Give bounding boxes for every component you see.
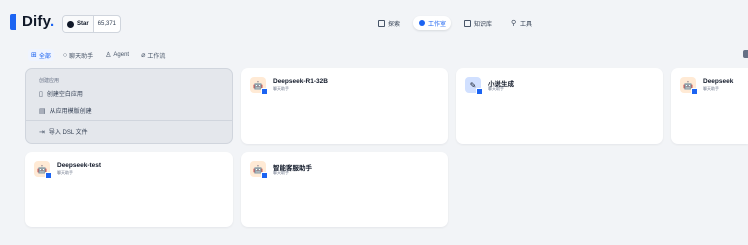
logo-mark-icon [10, 13, 16, 30]
chat-badge-icon [261, 88, 268, 95]
workflow-icon: ⌀ [141, 52, 146, 59]
dify-logo[interactable]: Dify. [10, 13, 54, 30]
main-nav: 探索 工作室 知识库 ⚲ 工具 [373, 16, 545, 30]
app-card[interactable]: 🤖 Deepseek-test 聊天助手 [25, 152, 233, 227]
nav-studio-label: 工作室 [428, 21, 447, 28]
explore-icon [378, 19, 385, 27]
grid-icon: ⊞ [31, 52, 37, 59]
app-type: 聊天助手 [488, 86, 504, 91]
nav-studio[interactable]: 工作室 [413, 16, 452, 30]
import-dsl-button[interactable]: ⇥ 导入 DSL 文件 [39, 127, 88, 137]
github-icon [67, 20, 74, 28]
create-blank-app-label: 创建空白应用 [46, 92, 83, 98]
create-app-card: 创建应用 ▯ 创建空白应用 ▤ 从应用模版创建 ⇥ 导入 DSL 文件 [25, 68, 233, 144]
create-divider [26, 120, 232, 121]
app-type: 聊天助手 [273, 86, 289, 91]
tab-all[interactable]: ⊞ 全部 [28, 49, 54, 61]
create-from-template-label: 从应用模版创建 [49, 109, 92, 115]
tab-workflow[interactable]: ⌀ 工作流 [138, 49, 168, 61]
app-name: Deepseek-test [57, 162, 102, 169]
import-icon: ⇥ [39, 128, 45, 136]
app-name: Deepseek [703, 78, 734, 85]
top-header: Dify. Star 65,371 探索 工作室 知识库 ⚲ 工具 [0, 0, 748, 44]
tab-chat-assistant[interactable]: ○ 聊天助手 [60, 49, 96, 61]
nav-knowledge[interactable]: 知识库 [459, 16, 497, 30]
tab-all-label: 全部 [38, 53, 51, 60]
create-blank-app-button[interactable]: ▯ 创建空白应用 [39, 89, 83, 99]
app-type: 聊天助手 [57, 170, 73, 175]
nav-knowledge-label: 知识库 [474, 21, 493, 28]
agent-icon: ♙ [105, 52, 112, 59]
tab-agent[interactable]: ♙ Agent [102, 49, 132, 61]
app-card[interactable]: 🤖 智能客服助手 聊天助手 [241, 152, 448, 227]
create-app-title: 创建应用 [39, 78, 60, 84]
import-dsl-label: 导入 DSL 文件 [48, 130, 88, 136]
studio-icon [418, 20, 425, 27]
github-star-label: Star [77, 21, 89, 27]
logo-text: Dify [22, 13, 51, 30]
app-card[interactable]: 🤖 Deepseek 聊天助手 [671, 68, 748, 144]
create-from-template-button[interactable]: ▤ 从应用模版创建 [39, 106, 92, 116]
file-icon: ▯ [39, 90, 43, 98]
template-icon: ▤ [39, 107, 46, 115]
knowledge-icon [464, 19, 472, 27]
chat-badge-icon [261, 172, 268, 179]
app-type: 聊天助手 [703, 86, 719, 91]
github-star-count: 65,371 [97, 21, 117, 27]
logo-dot: . [50, 13, 55, 30]
nav-tools[interactable]: ⚲ 工具 [505, 16, 537, 30]
tab-chat-label: 聊天助手 [69, 53, 94, 60]
nav-tools-label: 工具 [520, 21, 533, 28]
app-filter-tabs: ⊞ 全部 ○ 聊天助手 ♙ Agent ⌀ 工作流 [28, 49, 174, 61]
tab-workflow-label: 工作流 [147, 53, 166, 60]
app-type: 聊天助手 [273, 170, 289, 175]
tools-icon: ⚲ [510, 20, 517, 27]
tab-agent-label: Agent [113, 52, 130, 58]
nav-explore-label: 探索 [388, 21, 401, 28]
chat-badge-icon [45, 172, 52, 179]
chat-badge-icon [476, 88, 483, 95]
github-star-button[interactable]: Star 65,371 [62, 15, 122, 33]
app-name: Deepseek-R1-32B [273, 78, 328, 85]
chat-badge-icon [691, 88, 698, 95]
app-card[interactable]: 🤖 Deepseek-R1-32B 聊天助手 [241, 68, 448, 144]
chat-icon: ○ [62, 51, 68, 59]
partial-control-icon[interactable] [743, 50, 748, 58]
nav-explore[interactable]: 探索 [373, 16, 405, 30]
app-card[interactable]: ✎ 小说生成 聊天助手 [456, 68, 663, 144]
